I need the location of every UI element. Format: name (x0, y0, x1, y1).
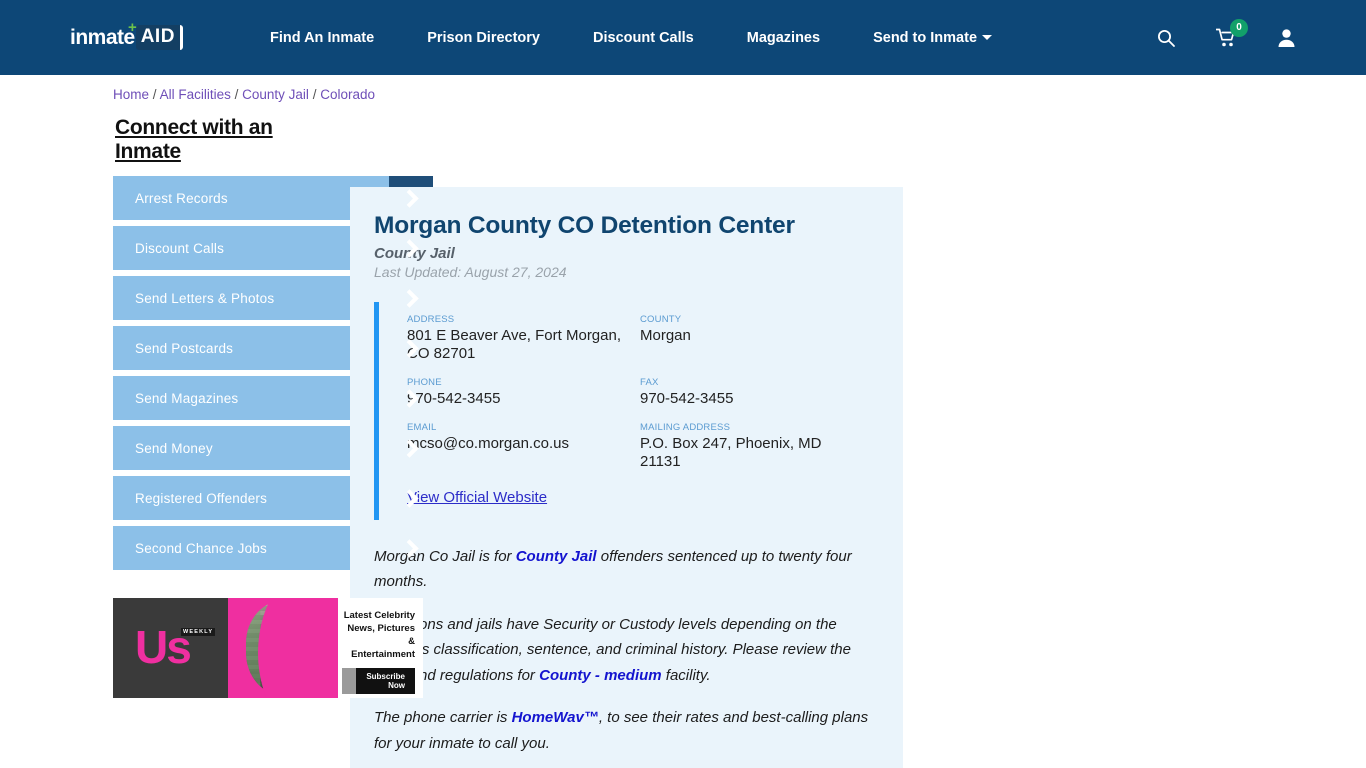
facility-info-box: ADDRESS 801 E Beaver Ave, Fort Morgan, C… (374, 301, 873, 520)
info-value: 970-542-3455 (407, 389, 501, 407)
info-field-phone: PHONE 970-542-3455 (407, 377, 640, 422)
breadcrumb-item-home[interactable]: Home (113, 87, 149, 102)
facility-type: County Jail (374, 244, 455, 262)
ad-copy-panel: Latest Celebrity News, Pictures & Entert… (338, 598, 423, 698)
site-logo[interactable]: inmate + AID (70, 19, 200, 53)
view-official-website-link[interactable]: View Official Website (407, 489, 873, 506)
breadcrumb-separator: / (234, 87, 239, 102)
info-value: P.O. Box 247, Phoenix, MD 21131 (640, 434, 822, 470)
logo-wordmark: inmate (70, 25, 135, 49)
logo-aid-badge: AID (135, 25, 183, 50)
advertisement-banner[interactable]: Us WEEKLY Latest Celebrity News, Picture… (113, 598, 423, 698)
nav-item-prison-directory[interactable]: Prison Directory (427, 30, 540, 46)
facility-name: Morgan County CO Detention Center (374, 212, 795, 239)
logo-plus-icon: + (128, 18, 137, 36)
ad-headline: Latest Celebrity News, Pictures & Entert… (343, 610, 415, 660)
breadcrumb-item-county-jail[interactable]: County Jail (242, 87, 309, 102)
info-label: MAILING ADDRESS (640, 421, 731, 433)
sidebar-item-label: Send Money (135, 440, 213, 456)
info-field-county: COUNTY Morgan (640, 314, 873, 377)
info-field-mailing-address: MAILING ADDRESS P.O. Box 247, Phoenix, M… (640, 422, 873, 485)
highlight-phone-carrier: HomeWav™ (511, 709, 599, 727)
paragraph-text: The phone carrier is (374, 709, 512, 727)
nav-item-send-to-inmate[interactable]: Send to Inmate (873, 29, 993, 46)
highlight-security-level: County - medium (539, 666, 662, 684)
site-header: inmate + AID Find An Inmate Prison Direc… (0, 0, 1366, 75)
facility-description: Morgan Co Jail is for County Jail offend… (374, 544, 873, 768)
facility-card: Morgan County CO Detention Center County… (350, 187, 903, 768)
sidebar-item-label: Second Chance Jobs (135, 540, 267, 556)
sidebar-item-label: Send Magazines (135, 390, 239, 406)
ad-brand-panel: Us WEEKLY (113, 598, 228, 698)
nav-item-send-to-inmate-label: Send to Inmate (873, 29, 978, 46)
info-label: PHONE (407, 376, 442, 388)
sidebar-item-label: Arrest Records (135, 190, 228, 206)
info-value: mcso@co.morgan.co.us (407, 434, 569, 452)
facility-last-updated: Last Updated: August 27, 2024 (374, 263, 567, 280)
chevron-down-icon (982, 35, 993, 41)
breadcrumb-separator: / (152, 87, 157, 102)
info-label: ADDRESS (407, 313, 455, 325)
highlight-county-jail: County Jail (515, 547, 597, 565)
breadcrumb-item-all-facilities[interactable]: All Facilities (160, 87, 231, 102)
ad-brand-sublabel: WEEKLY (181, 628, 216, 636)
user-icon[interactable] (1277, 28, 1296, 48)
description-paragraph: The phone carrier is HomeWav™, to see th… (374, 705, 873, 756)
info-field-address: ADDRESS 801 E Beaver Ave, Fort Morgan, C… (407, 314, 640, 377)
info-label: EMAIL (407, 421, 437, 433)
left-column: Home / All Facilities / County Jail / Co… (0, 75, 433, 768)
ad-image (228, 598, 338, 698)
header-icon-group: 0 (1156, 18, 1296, 48)
info-label: FAX (640, 376, 659, 388)
info-value: Morgan (640, 326, 691, 344)
nav-item-find-an-inmate[interactable]: Find An Inmate (270, 30, 374, 46)
info-value: 801 E Beaver Ave, Fort Morgan, CO 82701 (407, 326, 622, 362)
cart-count-badge: 0 (1230, 18, 1248, 37)
paragraph-text: facility. (661, 666, 711, 684)
sidebar-item-label: Discount Calls (135, 240, 225, 256)
search-icon[interactable] (1156, 28, 1176, 48)
paragraph-text: Morgan Co Jail is for (374, 547, 516, 565)
cart-icon[interactable]: 0 (1216, 18, 1248, 48)
sidebar-item-label: Send Postcards (135, 340, 234, 356)
info-label: COUNTY (640, 313, 682, 325)
info-value: 970-542-3455 (640, 389, 734, 407)
info-field-email: EMAIL mcso@co.morgan.co.us (407, 422, 640, 485)
page-body: Home / All Facilities / County Jail / Co… (0, 75, 1366, 768)
sidebar-item-label: Registered Offenders (135, 490, 268, 506)
nav-item-magazines[interactable]: Magazines (747, 30, 820, 46)
breadcrumb-item-colorado[interactable]: Colorado (320, 87, 375, 102)
description-paragraph: Morgan Co Jail is for County Jail offend… (374, 544, 873, 595)
description-paragraph: All prisons and jails have Security or C… (374, 612, 873, 689)
info-field-fax: FAX 970-542-3455 (640, 377, 873, 422)
nav-item-discount-calls[interactable]: Discount Calls (593, 30, 694, 46)
page-title: Connect with an Inmate (115, 116, 273, 163)
sidebar-item-label: Send Letters & Photos (135, 290, 275, 306)
ad-subscribe-button[interactable]: Subscribe Now (342, 668, 415, 694)
main-navigation: Find An Inmate Prison Directory Discount… (270, 29, 993, 46)
breadcrumb: Home / All Facilities / County Jail / Co… (113, 75, 375, 106)
breadcrumb-separator: / (312, 87, 317, 102)
